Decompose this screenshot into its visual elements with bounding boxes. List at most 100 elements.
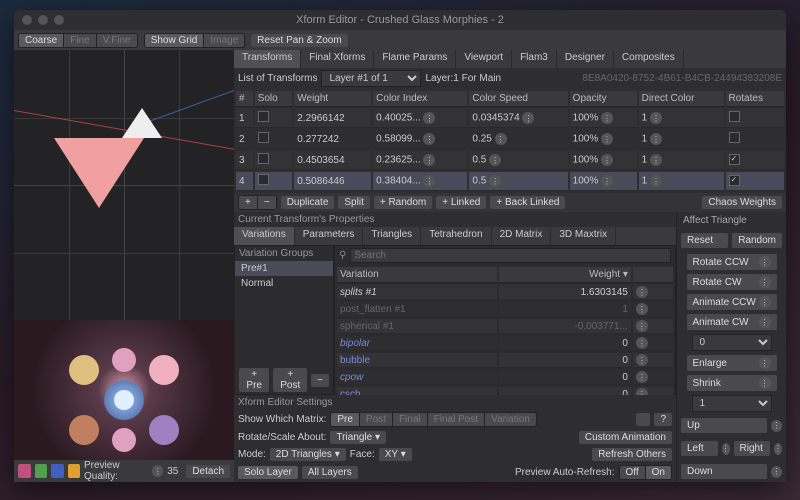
duplicate-button[interactable]: Duplicate [281, 196, 335, 209]
col-header: Solo [255, 91, 293, 107]
mode-select[interactable]: 2D Triangles ▾ [270, 448, 346, 461]
coarse-button[interactable]: Coarse [19, 34, 64, 47]
all-layers-button[interactable]: All Layers [302, 466, 358, 479]
star-icon[interactable] [68, 464, 81, 478]
variation-row[interactable]: cpow0⋮ [337, 370, 673, 385]
angle-select[interactable]: 0 [692, 334, 772, 351]
prop-tab-tetrahedron[interactable]: Tetrahedron [421, 227, 491, 245]
solo-layer-button[interactable]: Solo Layer [238, 466, 298, 479]
right-button[interactable]: Right [734, 441, 771, 456]
rotate-cw-button[interactable]: Rotate CW⋮ [687, 274, 777, 290]
face-select[interactable]: XY ▾ [379, 448, 412, 461]
layer-select[interactable]: Layer #1 of 1 [321, 70, 421, 87]
table-row[interactable]: 12.29661420.40025... ⋮0.0345374 ⋮100% ⋮1… [236, 109, 784, 128]
xform-triangle[interactable] [122, 108, 142, 138]
xform-triangle[interactable] [142, 108, 162, 138]
color-icon[interactable] [35, 464, 48, 478]
variation-row[interactable]: splits #11.6303145⋮ [337, 285, 673, 300]
zoom-icon[interactable] [54, 15, 64, 25]
table-row[interactable]: 30.45036540.23625... ⋮0.5 ⋮100% ⋮1 ⋮ [236, 151, 784, 170]
tab-flam3[interactable]: Flam3 [512, 50, 557, 68]
matrix-final-post-button[interactable]: Final Post [428, 413, 485, 426]
autorefresh-off[interactable]: Off [620, 466, 646, 479]
help-button[interactable] [636, 413, 651, 426]
rotate-about-select[interactable]: Triangle ▾ [330, 431, 386, 444]
prop-tab-2d-matrix[interactable]: 2D Matrix [492, 227, 552, 245]
remove-xform-button[interactable]: − [258, 196, 276, 209]
main-tabs: TransformsFinal XformsFlame ParamsViewpo… [234, 50, 786, 68]
remove-var-button[interactable]: − [311, 374, 329, 387]
color-icon[interactable] [51, 464, 64, 478]
variation-row[interactable]: post_flatten #11⋮ [337, 302, 673, 317]
prop-tab-variations[interactable]: Variations [234, 227, 295, 245]
down-button[interactable]: Down [681, 464, 767, 479]
image-button[interactable]: Image [204, 34, 244, 47]
matrix-post-button[interactable]: Post [360, 413, 393, 426]
xform-editor-window: Xform Editor - Crushed Glass Morphies - … [14, 10, 786, 482]
reset-button[interactable]: Reset [681, 233, 728, 248]
layer-info: Layer:1 For Main [425, 73, 501, 84]
add-random-button[interactable]: + Random [374, 196, 432, 209]
color-icon[interactable] [18, 464, 31, 478]
autorefresh-on[interactable]: On [646, 466, 671, 479]
matrix-variation-button[interactable]: Variation [485, 413, 536, 426]
tab-viewport[interactable]: Viewport [456, 50, 512, 68]
prop-tab-3d-maxtrix[interactable]: 3D Maxtrix [551, 227, 616, 245]
reset-pan-zoom-button[interactable]: Reset Pan & Zoom [251, 34, 347, 47]
fine-button[interactable]: Fine [64, 34, 96, 47]
tab-final-xforms[interactable]: Final Xforms [301, 50, 374, 68]
tab-transforms[interactable]: Transforms [234, 50, 301, 68]
shrink-button[interactable]: Shrink⋮ [687, 375, 777, 391]
tab-flame-params[interactable]: Flame Params [374, 50, 456, 68]
stepper-icon[interactable]: ⋮ [152, 465, 163, 477]
scale-select[interactable]: 1 [692, 395, 772, 412]
xform-triangle-selected[interactable] [54, 138, 144, 208]
variations-table[interactable]: VariationWeight ▾splits #11.6303145⋮post… [335, 265, 675, 395]
prop-tab-triangles[interactable]: Triangles [363, 227, 421, 245]
table-row[interactable]: 40.50864460.38404... ⋮0.5 ⋮100% ⋮1 ⋮ [236, 172, 784, 191]
variation-row[interactable]: spherical #1-0.003771...⋮ [337, 319, 673, 334]
mode-label: Mode: [238, 449, 266, 460]
add-xform-button[interactable]: + [239, 196, 258, 209]
add-post-button[interactable]: + Post [273, 368, 307, 392]
triangle-viewport[interactable] [14, 50, 234, 320]
add-linked-button[interactable]: + Linked [436, 196, 486, 209]
minimize-icon[interactable] [38, 15, 48, 25]
chaos-weights-button[interactable]: Chaos Weights [702, 196, 782, 209]
up-button[interactable]: Up [681, 418, 767, 433]
add-pre-button[interactable]: + Pre [239, 368, 269, 392]
variation-row[interactable]: bipolar0⋮ [337, 336, 673, 351]
add-back-linked-button[interactable]: + Back Linked [490, 196, 565, 209]
close-icon[interactable] [22, 15, 32, 25]
variation-group-item[interactable]: Pre#1 [235, 261, 333, 276]
variation-row[interactable]: csch0⋮ [337, 387, 673, 395]
vfine-button[interactable]: V.Fine [97, 34, 137, 47]
prop-tab-parameters[interactable]: Parameters [295, 227, 364, 245]
viewport-toolbar: Coarse Fine V.Fine Show Grid Image Reset… [14, 30, 786, 50]
custom-animation-button[interactable]: Custom Animation [579, 431, 672, 444]
matrix-final-button[interactable]: Final [393, 413, 428, 426]
preview-footer: Preview Quality: ⋮ 35 Detach [14, 460, 234, 482]
detach-button[interactable]: Detach [186, 465, 230, 478]
search-input[interactable] [350, 248, 671, 263]
enlarge-button[interactable]: Enlarge⋮ [687, 355, 777, 371]
random-button[interactable]: Random [732, 233, 782, 248]
search-icon: ⚲ [339, 250, 346, 261]
refresh-others-button[interactable]: Refresh Others [592, 448, 672, 461]
rotate-ccw-button[interactable]: Rotate CCW⋮ [687, 254, 777, 270]
animate-ccw-button[interactable]: Animate CCW⋮ [687, 294, 777, 310]
help-icon[interactable]: ? [654, 413, 672, 426]
tab-designer[interactable]: Designer [557, 50, 614, 68]
list-of-transforms-label: List of Transforms [238, 73, 317, 84]
transforms-table[interactable]: #SoloWeightColor IndexColor SpeedOpacity… [234, 89, 786, 193]
variation-group-item[interactable]: Normal [235, 276, 333, 291]
tab-composites[interactable]: Composites [614, 50, 684, 68]
stepper-icon[interactable]: ⋮ [771, 420, 782, 432]
variation-row[interactable]: bubble0⋮ [337, 353, 673, 368]
split-button[interactable]: Split [338, 196, 369, 209]
animate-cw-button[interactable]: Animate CW⋮ [687, 314, 777, 330]
show-grid-button[interactable]: Show Grid [145, 34, 205, 47]
table-row[interactable]: 20.2772420.58099... ⋮0.25 ⋮100% ⋮1 ⋮ [236, 130, 784, 149]
matrix-pre-button[interactable]: Pre [331, 413, 360, 426]
left-button[interactable]: Left [681, 441, 718, 456]
